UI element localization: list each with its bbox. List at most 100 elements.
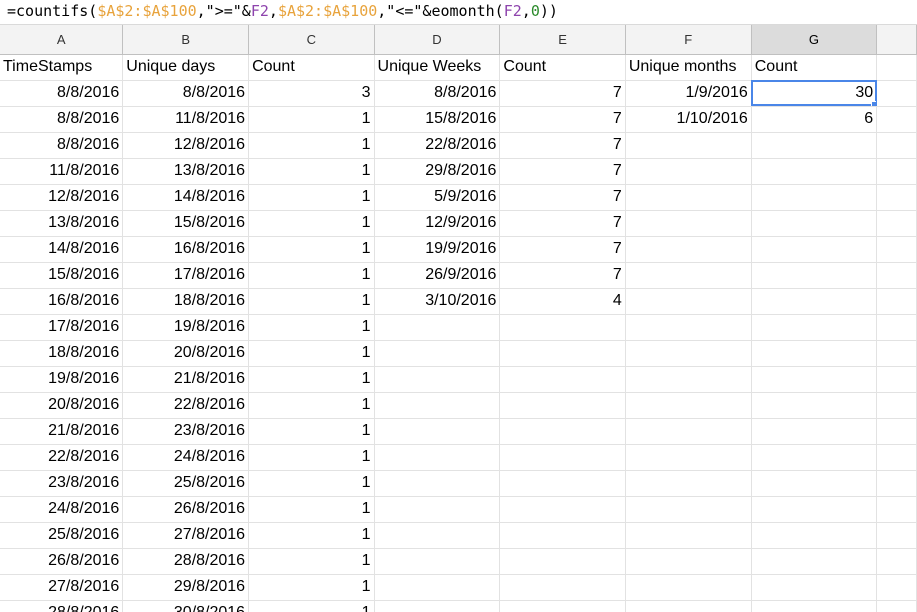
- cell[interactable]: [499, 340, 626, 367]
- cell[interactable]: [876, 210, 917, 237]
- cell[interactable]: 26/8/2016: [122, 496, 250, 523]
- cell[interactable]: [751, 600, 878, 612]
- cell[interactable]: 25/8/2016: [0, 522, 124, 549]
- cell[interactable]: 23/8/2016: [122, 418, 250, 445]
- cell[interactable]: TimeStamps: [0, 54, 124, 81]
- cell[interactable]: [625, 444, 752, 471]
- cell[interactable]: 12/8/2016: [122, 132, 250, 159]
- cell[interactable]: 8/8/2016: [122, 80, 250, 107]
- cell[interactable]: [374, 574, 501, 601]
- cell[interactable]: [876, 418, 917, 445]
- cell[interactable]: 1: [248, 418, 375, 445]
- cell[interactable]: [625, 288, 752, 315]
- cell[interactable]: 30: [751, 80, 878, 107]
- cell[interactable]: [374, 600, 501, 612]
- cell[interactable]: 1: [248, 158, 375, 185]
- cell[interactable]: 1: [248, 366, 375, 393]
- cell[interactable]: [876, 106, 917, 133]
- cell[interactable]: [499, 470, 626, 497]
- cell[interactable]: [625, 366, 752, 393]
- cell[interactable]: 29/8/2016: [374, 158, 501, 185]
- cell[interactable]: [751, 548, 878, 575]
- column-header-f[interactable]: F: [625, 25, 752, 55]
- cell[interactable]: [876, 158, 917, 185]
- cell[interactable]: [751, 184, 878, 211]
- cell[interactable]: 11/8/2016: [0, 158, 124, 185]
- cell[interactable]: 1: [248, 236, 375, 263]
- cell[interactable]: 1: [248, 470, 375, 497]
- cell[interactable]: 30/8/2016: [122, 600, 250, 612]
- cell[interactable]: [751, 210, 878, 237]
- cell[interactable]: 15/8/2016: [0, 262, 124, 289]
- cell[interactable]: 8/8/2016: [0, 106, 124, 133]
- cell[interactable]: 20/8/2016: [122, 340, 250, 367]
- cell[interactable]: [374, 548, 501, 575]
- cell[interactable]: 1: [248, 574, 375, 601]
- cell[interactable]: [499, 574, 626, 601]
- cell[interactable]: [625, 262, 752, 289]
- cell[interactable]: [751, 288, 878, 315]
- cell[interactable]: 5/9/2016: [374, 184, 501, 211]
- cell[interactable]: 17/8/2016: [0, 314, 124, 341]
- cell[interactable]: 19/8/2016: [122, 314, 250, 341]
- cell[interactable]: 18/8/2016: [0, 340, 124, 367]
- cell[interactable]: 6: [751, 106, 878, 133]
- cell[interactable]: 19/8/2016: [0, 366, 124, 393]
- cell[interactable]: [499, 522, 626, 549]
- cell[interactable]: [499, 548, 626, 575]
- cell[interactable]: 1: [248, 340, 375, 367]
- cell[interactable]: [499, 418, 626, 445]
- cell[interactable]: 22/8/2016: [122, 392, 250, 419]
- fill-handle[interactable]: [871, 100, 876, 105]
- cell[interactable]: 1: [248, 496, 375, 523]
- cell[interactable]: 1: [248, 314, 375, 341]
- cell[interactable]: [625, 392, 752, 419]
- cell[interactable]: [876, 288, 917, 315]
- cell[interactable]: [499, 314, 626, 341]
- cell[interactable]: 13/8/2016: [122, 158, 250, 185]
- cell[interactable]: 19/9/2016: [374, 236, 501, 263]
- column-header-c[interactable]: C: [248, 25, 375, 55]
- cell[interactable]: 7: [499, 106, 626, 133]
- cell[interactable]: [876, 600, 917, 612]
- cell[interactable]: 1: [248, 288, 375, 315]
- column-header-d[interactable]: D: [374, 25, 501, 55]
- cell[interactable]: 7: [499, 158, 626, 185]
- cell[interactable]: [625, 236, 752, 263]
- cell[interactable]: [876, 366, 917, 393]
- cell[interactable]: 16/8/2016: [122, 236, 250, 263]
- cell[interactable]: 7: [499, 236, 626, 263]
- cell[interactable]: [374, 418, 501, 445]
- cell[interactable]: [876, 314, 917, 341]
- cell[interactable]: 1: [248, 106, 375, 133]
- cell[interactable]: 8/8/2016: [0, 132, 124, 159]
- formula-bar[interactable]: =countifs($A$2:$A$100,">="&F2,$A$2:$A$10…: [0, 0, 917, 25]
- cell[interactable]: 1/9/2016: [625, 80, 752, 107]
- cell[interactable]: [876, 54, 917, 81]
- cell[interactable]: 22/8/2016: [0, 444, 124, 471]
- cell[interactable]: [751, 522, 878, 549]
- cell[interactable]: 7: [499, 132, 626, 159]
- cell[interactable]: [751, 340, 878, 367]
- cell[interactable]: 1: [248, 392, 375, 419]
- cell[interactable]: [876, 444, 917, 471]
- cell[interactable]: [751, 470, 878, 497]
- cell[interactable]: 18/8/2016: [122, 288, 250, 315]
- cell[interactable]: 20/8/2016: [0, 392, 124, 419]
- cell[interactable]: 7: [499, 184, 626, 211]
- cell[interactable]: 22/8/2016: [374, 132, 501, 159]
- cell[interactable]: 1: [248, 262, 375, 289]
- cell[interactable]: 27/8/2016: [122, 522, 250, 549]
- cell[interactable]: [374, 470, 501, 497]
- column-header-b[interactable]: B: [122, 25, 250, 55]
- cell[interactable]: [625, 548, 752, 575]
- cell[interactable]: 21/8/2016: [0, 418, 124, 445]
- cell[interactable]: [625, 418, 752, 445]
- cell[interactable]: 28/8/2016: [0, 600, 124, 612]
- cell[interactable]: [751, 158, 878, 185]
- cell[interactable]: [499, 496, 626, 523]
- cell[interactable]: 3: [248, 80, 375, 107]
- cell[interactable]: [876, 574, 917, 601]
- cell[interactable]: Unique days: [122, 54, 250, 81]
- cell[interactable]: 29/8/2016: [122, 574, 250, 601]
